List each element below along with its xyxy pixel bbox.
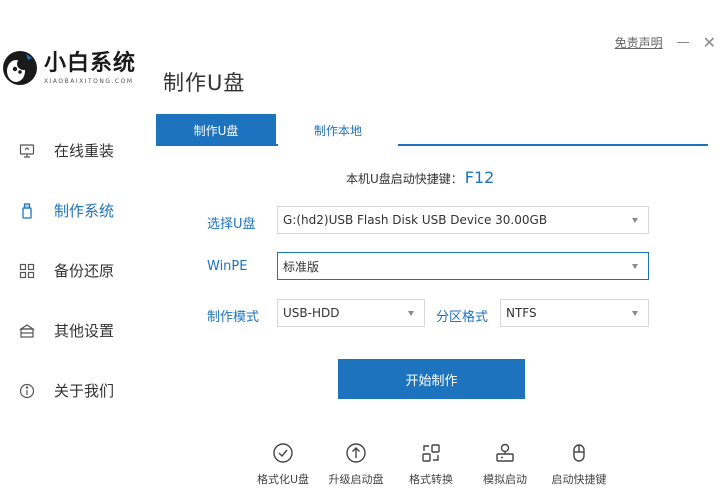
sidebar-item-online-reinstall[interactable]: 在线重装: [18, 140, 114, 161]
app-logo: 小白系统 XIAOBAIXITONG.COM: [2, 50, 136, 86]
logo-mark-icon: [2, 50, 38, 86]
page-title: 制作U盘: [163, 71, 246, 95]
tab-make-usb[interactable]: 制作U盘: [156, 114, 276, 146]
logo-subtitle: XIAOBAIXITONG.COM: [44, 77, 134, 85]
upload-circle-icon: [343, 440, 369, 466]
close-icon[interactable]: ✕: [703, 34, 716, 51]
sidebar-item-about-us[interactable]: 关于我们: [18, 380, 114, 401]
monitor-icon: [18, 142, 36, 160]
usb-select-label: 选择U盘: [207, 217, 256, 232]
sidebar-item-label: 其他设置: [54, 322, 115, 340]
hotkey-info: 本机U盘启动快捷键： F12: [346, 168, 494, 187]
info-icon: [18, 382, 36, 400]
sidebar-item-label: 在线重装: [54, 142, 115, 160]
tool-label: 启动快捷键: [551, 473, 607, 486]
sidebar-item-label: 制作系统: [54, 202, 115, 220]
partition-select[interactable]: NTFS: [500, 299, 649, 327]
tool-format-convert[interactable]: 格式转换: [396, 440, 466, 487]
winpe-select-value: 标准版: [283, 259, 320, 274]
disclaimer-link[interactable]: 免责声明: [615, 34, 663, 51]
tool-label: 格式转换: [409, 473, 453, 486]
minimize-icon[interactable]: [676, 42, 689, 43]
convert-icon: [418, 440, 444, 466]
tool-boot-hotkey[interactable]: 启动快捷键: [544, 440, 614, 487]
chevron-down-icon: [632, 264, 638, 269]
tool-upgrade-boot-disk[interactable]: 升级启动盘: [321, 440, 391, 487]
mode-select[interactable]: USB-HDD: [277, 299, 425, 327]
tool-label: 格式化U盘: [256, 473, 310, 486]
usb-select-value: G:(hd2)USB Flash Disk USB Device 30.00GB: [283, 213, 548, 227]
mode-select-value: USB-HDD: [283, 306, 340, 320]
tab-make-local[interactable]: 制作本地: [278, 114, 398, 146]
mode-select-label: 制作模式: [207, 310, 260, 325]
check-circle-icon: [270, 440, 296, 466]
chevron-down-icon: [408, 311, 414, 316]
tool-simulate-boot[interactable]: 模拟启动: [470, 440, 540, 487]
chevron-down-icon: [632, 311, 638, 316]
tool-label: 模拟启动: [483, 473, 527, 486]
sidebar-item-other-settings[interactable]: 其他设置: [18, 320, 114, 341]
start-make-button[interactable]: 开始制作: [338, 359, 525, 399]
usb-drive-icon: [18, 202, 36, 220]
sidebar-item-make-system[interactable]: 制作系统: [18, 200, 114, 221]
partition-select-label: 分区格式: [436, 310, 489, 325]
hotkey-label: 本机U盘启动快捷键：: [346, 172, 463, 186]
simulate-icon: [492, 440, 518, 466]
sidebar-item-backup-restore[interactable]: 备份还原: [18, 260, 114, 281]
winpe-select[interactable]: 标准版: [277, 252, 649, 280]
tool-label: 升级启动盘: [328, 473, 384, 486]
winpe-select-label: WinPE: [207, 259, 248, 274]
tool-format-usb[interactable]: 格式化U盘: [248, 440, 318, 487]
mouse-icon: [566, 440, 592, 466]
chevron-down-icon: [632, 218, 638, 223]
usb-select[interactable]: G:(hd2)USB Flash Disk USB Device 30.00GB: [277, 206, 649, 234]
logo-title: 小白系统: [44, 50, 137, 76]
sidebar-item-label: 备份还原: [54, 262, 115, 280]
tab-bar: 制作U盘 制作本地: [156, 114, 708, 146]
window-controls: 免责声明 ✕: [615, 34, 716, 51]
hotkey-value: F12: [464, 168, 495, 187]
sidebar-item-label: 关于我们: [54, 382, 115, 400]
grid-icon: [18, 262, 36, 280]
partition-select-value: NTFS: [506, 306, 537, 320]
box-icon: [18, 322, 36, 340]
